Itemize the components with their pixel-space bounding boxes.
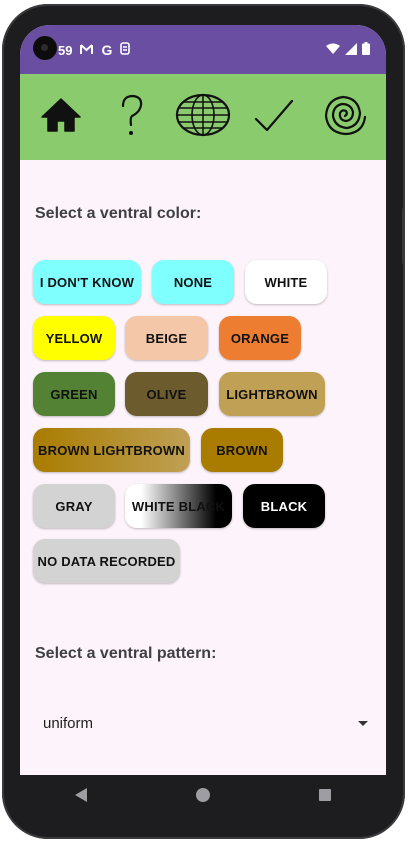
home-circle-icon [195, 787, 211, 808]
option-black[interactable]: BLACK [243, 484, 325, 528]
option-white-black[interactable]: WHITE BLACK [125, 484, 232, 528]
signal-icon [345, 42, 357, 60]
camera-cutout [33, 36, 57, 60]
side-button [402, 208, 405, 264]
gmail-icon [80, 43, 94, 58]
status-right [326, 42, 370, 60]
option-white[interactable]: WHITE [245, 260, 327, 304]
ventral-pattern-title: Select a ventral pattern: [35, 645, 217, 662]
option-no-data-recorded[interactable]: NO DATA RECORDED [33, 539, 180, 583]
recents-icon [317, 787, 333, 808]
ventral-pattern-value: uniform [43, 714, 94, 732]
option-olive[interactable]: OLIVE [125, 372, 208, 416]
option-gray[interactable]: GRAY [33, 484, 115, 528]
home-icon [39, 93, 83, 142]
option-lightbrown[interactable]: LIGHTBROWN [219, 372, 325, 416]
status-time: 59 [58, 42, 73, 58]
option-beige[interactable]: BEIGE [125, 316, 208, 360]
globe-button[interactable] [175, 89, 231, 145]
option-orange[interactable]: ORANGE [219, 316, 301, 360]
option-i-dont-know[interactable]: I DON'T KNOW [33, 260, 141, 304]
help-icon [110, 91, 154, 144]
wifi-icon [326, 42, 340, 60]
recents-button[interactable] [305, 778, 345, 818]
status-bar: 59 G [20, 25, 386, 74]
ventral-color-title: Select a ventral color: [35, 205, 202, 222]
option-yellow[interactable]: YELLOW [33, 316, 115, 360]
option-brown-lightbrown[interactable]: BROWN LIGHTBROWN [33, 428, 190, 472]
back-button[interactable] [61, 778, 101, 818]
battery-icon [362, 42, 370, 60]
back-icon [73, 787, 89, 808]
data-saver-icon [120, 42, 131, 58]
status-left: 59 G [58, 42, 131, 58]
home-button[interactable] [33, 89, 89, 145]
option-green[interactable]: GREEN [33, 372, 115, 416]
check-button[interactable] [246, 89, 302, 145]
option-brown[interactable]: BROWN [201, 428, 283, 472]
dropdown-arrow-icon [357, 715, 369, 732]
spiral-button[interactable] [317, 89, 373, 145]
help-button[interactable] [104, 89, 160, 145]
google-icon: G [101, 42, 113, 58]
option-none[interactable]: NONE [152, 260, 234, 304]
spiral-icon [322, 92, 368, 143]
system-nav-bar [20, 775, 386, 820]
globe-icon [175, 92, 231, 143]
home-nav-button[interactable] [183, 778, 223, 818]
top-toolbar [20, 74, 386, 160]
check-icon [252, 93, 296, 142]
ventral-pattern-select[interactable]: uniform [35, 703, 375, 743]
app-screen: 59 G Select a ventral color: I DON'T KNO… [20, 25, 386, 775]
